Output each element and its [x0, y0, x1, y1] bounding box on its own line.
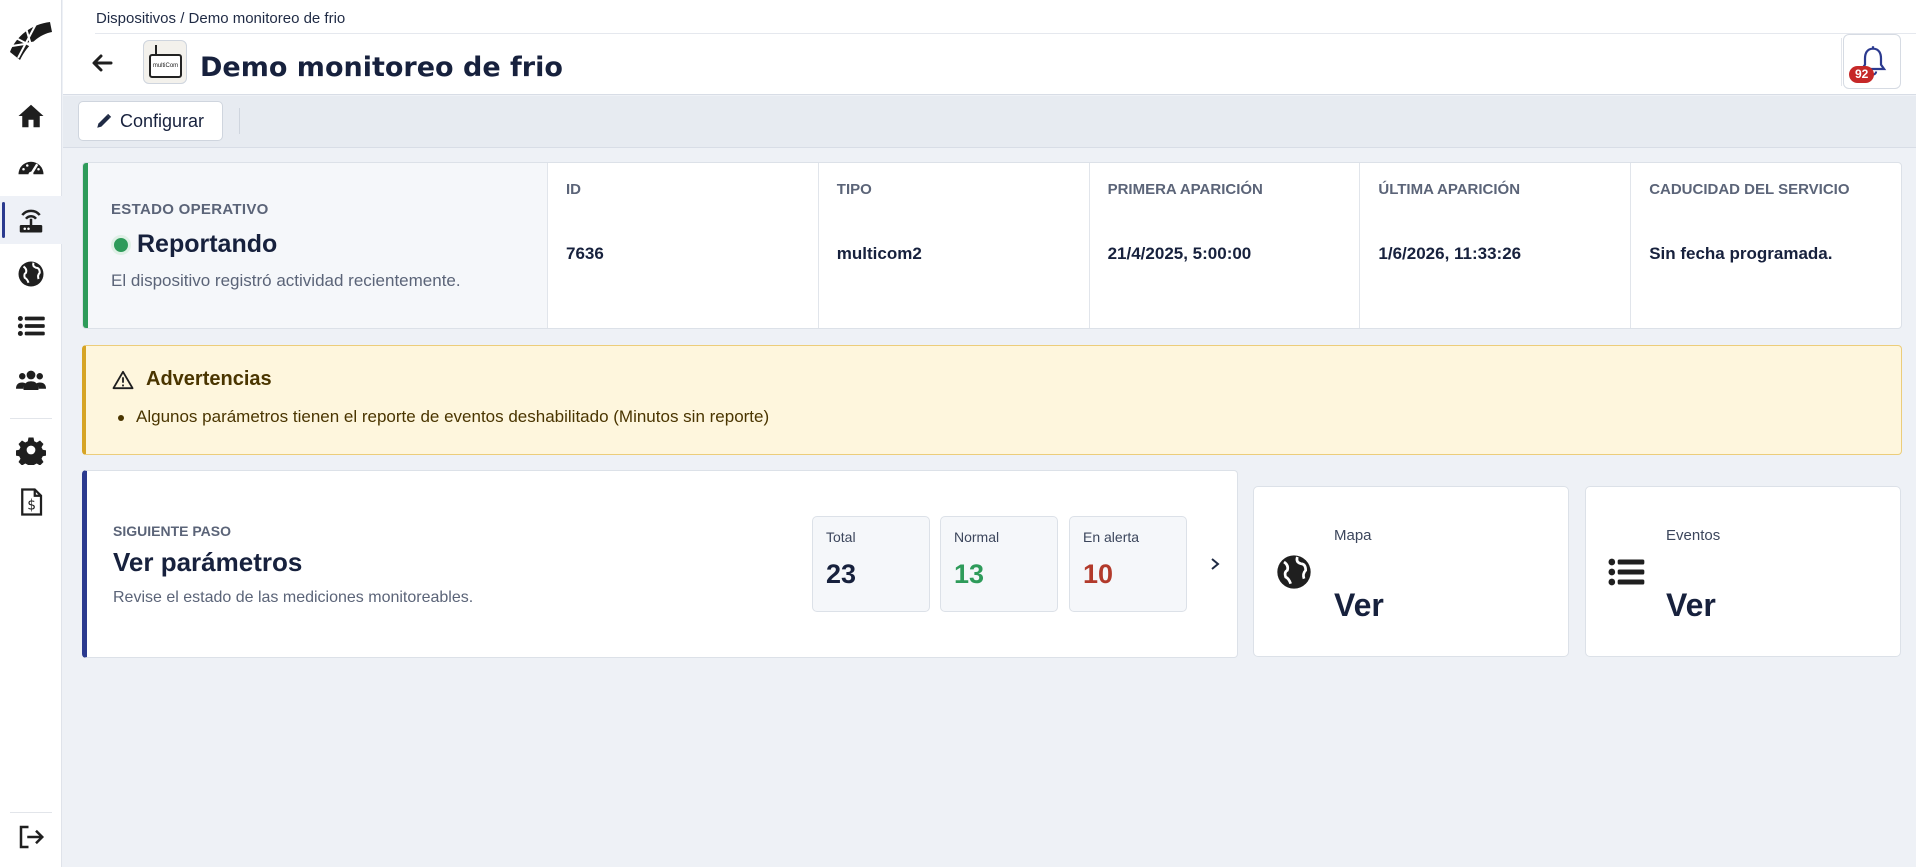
- stat-alert-value: 10: [1083, 559, 1114, 589]
- warnings-panel: Advertencias Algunos parámetros tienen e…: [82, 345, 1902, 455]
- sidebar-item-users[interactable]: [0, 356, 62, 404]
- svg-text:$: $: [27, 498, 36, 514]
- header-right-divider: [1841, 38, 1842, 86]
- info-id-label: ID: [566, 181, 581, 198]
- status-label: ESTADO OPERATIVO: [111, 201, 269, 218]
- sidebar-item-logout[interactable]: [0, 813, 62, 861]
- logo-icon[interactable]: [6, 18, 54, 66]
- operational-status: ESTADO OPERATIVO Reportando El dispositi…: [83, 163, 548, 328]
- info-service-expiry-value: Sin fecha programada.: [1649, 244, 1833, 263]
- status-description: El dispositivo registró actividad recien…: [111, 271, 461, 290]
- configure-label: Configurar: [120, 110, 205, 131]
- status-card: ESTADO OPERATIVO Reportando El dispositi…: [82, 162, 1902, 329]
- events-card[interactable]: Eventos Ver: [1585, 486, 1901, 657]
- notifications-badge: 92: [1849, 66, 1875, 83]
- next-step-label: SIGUIENTE PASO: [113, 523, 231, 539]
- globe-icon: [18, 261, 44, 287]
- events-card-label: Eventos: [1666, 527, 1721, 544]
- header-divider: [95, 33, 1916, 34]
- info-first-seen: PRIMERA APARICIÓN 21/4/2025, 5:00:00: [1090, 163, 1361, 328]
- sidebar-item-dashboard[interactable]: [0, 144, 62, 192]
- back-button[interactable]: [87, 48, 117, 78]
- next-step-description: Revise el estado de las mediciones monit…: [113, 589, 474, 606]
- configure-button[interactable]: Configurar: [78, 101, 224, 141]
- header: Dispositivos / Demo monitoreo de frio mu…: [63, 0, 1916, 95]
- warning-item: Algunos parámetros tienen el reporte de …: [116, 407, 1875, 427]
- stat-normal-value: 13: [954, 559, 985, 589]
- router-icon: [19, 209, 43, 233]
- map-card-label: Mapa: [1334, 527, 1372, 544]
- stat-total: Total 23: [812, 516, 930, 612]
- stat-alert-label: En alerta: [1083, 529, 1140, 545]
- status-value: Reportando: [137, 230, 278, 258]
- info-id: ID 7636: [548, 163, 819, 328]
- stat-total-label: Total: [826, 529, 856, 545]
- info-id-value: 7636: [566, 244, 604, 263]
- pencil-icon: [97, 113, 112, 128]
- stat-normal-label: Normal: [954, 529, 1000, 545]
- invoice-dollar-icon: $: [21, 488, 43, 516]
- sidebar-item-billing[interactable]: $: [0, 478, 62, 526]
- sidebar-item-list[interactable]: [0, 302, 62, 350]
- device-thumbnail: multiCom: [143, 40, 187, 84]
- status-indicator-dot: [111, 234, 131, 255]
- users-icon: [16, 370, 46, 390]
- sidebar-item-settings[interactable]: [0, 426, 62, 474]
- sidebar: $: [0, 0, 62, 867]
- stat-alert: En alerta 10: [1069, 516, 1187, 612]
- info-last-seen: ÚLTIMA APARICIÓN 1/6/2026, 11:33:26: [1360, 163, 1632, 328]
- info-type-label: TIPO: [836, 181, 872, 198]
- page-title: Demo monitoreo de frio: [200, 52, 563, 83]
- map-card[interactable]: Mapa Ver: [1253, 486, 1569, 657]
- warning-triangle-icon: [112, 370, 134, 389]
- info-last-seen-label: ÚLTIMA APARICIÓN: [1378, 181, 1521, 198]
- chevron-right-icon[interactable]: [1207, 554, 1223, 574]
- list-icon: [17, 316, 45, 336]
- info-first-seen-value: 21/4/2025, 5:00:00: [1107, 244, 1252, 263]
- logout-icon: [19, 825, 45, 849]
- map-card-value: Ver: [1334, 587, 1384, 623]
- next-step-title: Ver parámetros: [113, 547, 303, 577]
- list-icon: [1608, 558, 1645, 586]
- events-card-value: Ver: [1666, 587, 1716, 623]
- sidebar-item-home[interactable]: [0, 92, 62, 140]
- toolbar-separator: [239, 108, 240, 134]
- info-type: TIPO multicom2: [819, 163, 1090, 328]
- toolbar: Configurar: [63, 96, 1916, 148]
- next-step-card[interactable]: SIGUIENTE PASO Ver parámetros Revise el …: [82, 470, 1238, 658]
- gauge-icon: [18, 161, 44, 177]
- sidebar-divider: [10, 418, 52, 419]
- sidebar-item-devices[interactable]: [0, 196, 62, 244]
- device-thumb-label: multiCom: [149, 54, 182, 78]
- home-icon: [18, 104, 44, 128]
- globe-icon: [1277, 555, 1311, 589]
- info-first-seen-label: PRIMERA APARICIÓN: [1107, 181, 1263, 198]
- breadcrumb[interactable]: Dispositivos / Demo monitoreo de frio: [96, 10, 345, 27]
- info-last-seen-value: 1/6/2026, 11:33:26: [1378, 244, 1522, 263]
- warnings-list: Algunos parámetros tienen el reporte de …: [116, 407, 1875, 427]
- gear-icon: [16, 437, 46, 465]
- stat-normal: Normal 13: [940, 516, 1058, 612]
- sidebar-item-map[interactable]: [0, 250, 62, 298]
- info-service-expiry: CADUCIDAD DEL SERVICIO Sin fecha program…: [1631, 163, 1901, 328]
- warnings-title: Advertencias: [146, 368, 272, 390]
- info-service-expiry-label: CADUCIDAD DEL SERVICIO: [1649, 181, 1850, 198]
- info-type-value: multicom2: [836, 244, 922, 263]
- stat-total-value: 23: [826, 559, 857, 589]
- arrow-left-icon: [92, 54, 113, 72]
- notifications-button[interactable]: 92: [1843, 34, 1901, 89]
